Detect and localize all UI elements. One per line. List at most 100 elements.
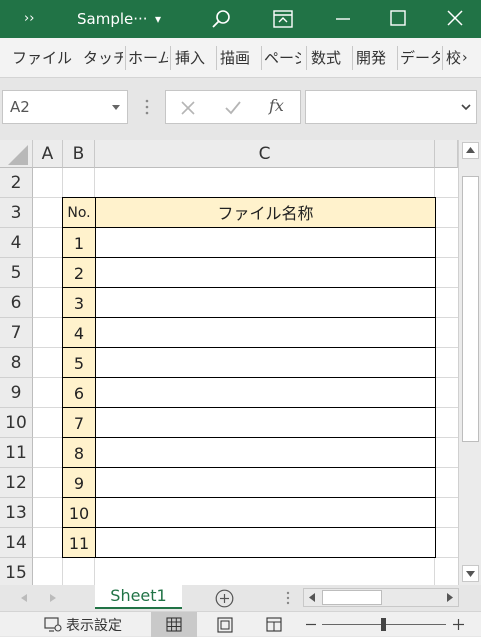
table-header-no[interactable]: No. (62, 197, 96, 228)
tab-developer[interactable]: 開発 (356, 38, 396, 78)
maximize-icon[interactable] (389, 9, 407, 27)
sheet-scroll-right-icon[interactable] (50, 594, 56, 602)
quick-access-more-button[interactable]: ›› (24, 0, 34, 38)
table-number-cell[interactable]: 6 (62, 377, 96, 408)
name-box[interactable]: A2 (2, 90, 128, 124)
row-header[interactable]: 13 (0, 498, 33, 528)
page-layout-view-icon[interactable] (217, 617, 233, 633)
table-number-cell[interactable]: 9 (62, 467, 96, 498)
table-number-cell[interactable]: 1 (62, 227, 96, 258)
sheet-tabs-bar: Sheet1 (0, 585, 481, 611)
table-file-name-cell[interactable] (95, 497, 436, 528)
table-number-cell[interactable]: 8 (62, 437, 96, 468)
table-file-name-cell[interactable] (95, 467, 436, 498)
tab-home[interactable]: ホーム (128, 38, 168, 78)
name-box-dropdown-icon[interactable] (112, 105, 120, 111)
vertical-scroll-thumb[interactable] (462, 176, 479, 442)
ribbon-tab-bar: ファイル タッチ ホーム 挿入 描画 ページ 数式 開発 データ 校 › (0, 38, 481, 78)
title-dropdown-icon[interactable]: ▾ (155, 0, 161, 38)
sheet-tab-sheet1[interactable]: Sheet1 (95, 585, 182, 609)
table-number-cell[interactable]: 2 (62, 257, 96, 288)
row-header[interactable]: 7 (0, 318, 33, 348)
row-header[interactable]: 14 (0, 528, 33, 558)
status-bar: 表示設定 (0, 611, 481, 637)
table-file-name-cell[interactable] (95, 437, 436, 468)
new-sheet-icon[interactable] (215, 589, 234, 608)
display-settings-icon (44, 617, 62, 632)
row-header[interactable]: 5 (0, 258, 33, 288)
formula-bar-grip-icon[interactable] (145, 99, 149, 115)
table-file-name-cell[interactable] (95, 377, 436, 408)
page-break-preview-icon[interactable] (266, 617, 282, 632)
scroll-up-button[interactable] (462, 142, 479, 159)
table-header-file-name[interactable]: ファイル名称 (95, 197, 436, 228)
close-icon[interactable] (446, 9, 464, 27)
row-header[interactable]: 12 (0, 468, 33, 498)
tab-page-layout[interactable]: ページ (264, 38, 301, 78)
table-file-name-cell[interactable] (95, 527, 436, 558)
zoom-slider-thumb[interactable] (381, 618, 386, 631)
row-header[interactable]: 4 (0, 228, 33, 258)
expand-formula-bar-icon[interactable] (461, 104, 471, 111)
table-number-cell[interactable]: 4 (62, 317, 96, 348)
vertical-scrollbar[interactable] (458, 140, 481, 585)
tab-review[interactable]: 校 (446, 38, 462, 78)
tab-data[interactable]: データ (400, 38, 440, 78)
table-number-cell[interactable]: 7 (62, 407, 96, 438)
row-header[interactable]: 3 (0, 198, 33, 228)
select-all-triangle-icon (8, 145, 28, 165)
normal-view-button[interactable] (151, 612, 197, 637)
minimize-icon[interactable] (334, 10, 352, 28)
table-file-name-cell[interactable] (95, 347, 436, 378)
table-number-cell[interactable]: 3 (62, 287, 96, 318)
document-title[interactable]: Sample··· (77, 0, 148, 38)
tab-splitter-icon[interactable] (286, 591, 290, 605)
column-header-a[interactable]: A (33, 140, 63, 168)
normal-view-icon (166, 617, 182, 632)
row-header[interactable]: 9 (0, 378, 33, 408)
zoom-slider[interactable] (322, 618, 446, 631)
column-header-blank[interactable] (435, 140, 458, 168)
tab-formulas[interactable]: 数式 (311, 38, 351, 78)
tab-file[interactable]: ファイル (12, 38, 76, 78)
formula-bar-area: A2 fx (0, 78, 481, 140)
table-number-cell[interactable]: 10 (62, 497, 96, 528)
cancel-icon[interactable] (180, 100, 196, 116)
column-header-b[interactable]: B (63, 140, 95, 168)
select-all-button[interactable] (0, 140, 33, 168)
zoom-out-icon[interactable] (306, 623, 316, 626)
table-file-name-cell[interactable] (95, 257, 436, 288)
table-file-name-cell[interactable] (95, 227, 436, 258)
tab-insert[interactable]: 挿入 (175, 38, 215, 78)
table-number-cell[interactable]: 11 (62, 527, 96, 558)
worksheet-grid[interactable]: A B C 2 3 4 5 6 7 8 9 10 11 12 13 14 15 No. ファイル名称 1 2 3 4… (0, 140, 458, 585)
row-header[interactable]: 15 (0, 558, 33, 585)
hscroll-right-icon[interactable] (447, 593, 453, 602)
tab-touch[interactable]: タッチ (83, 38, 123, 78)
search-icon[interactable] (211, 8, 233, 30)
sheet-tab-label: Sheet1 (110, 586, 167, 605)
enter-icon[interactable] (224, 100, 242, 116)
row-header[interactable]: 10 (0, 408, 33, 438)
horizontal-scrollbar[interactable] (303, 588, 459, 607)
zoom-in-icon[interactable] (453, 619, 464, 630)
column-header-c[interactable]: C (95, 140, 435, 168)
horizontal-scroll-thumb[interactable] (322, 590, 382, 605)
hscroll-left-icon[interactable] (309, 593, 315, 602)
name-box-value: A2 (10, 98, 30, 116)
tab-draw[interactable]: 描画 (220, 38, 260, 78)
row-header[interactable]: 8 (0, 348, 33, 378)
ribbon-display-options-icon[interactable] (273, 10, 293, 28)
sheet-scroll-left-icon[interactable] (21, 594, 27, 602)
row-header[interactable]: 2 (0, 168, 33, 198)
table-file-name-cell[interactable] (95, 317, 436, 348)
table-number-cell[interactable]: 5 (62, 347, 96, 378)
table-file-name-cell[interactable] (95, 287, 436, 318)
insert-function-button[interactable]: fx (269, 96, 284, 115)
scroll-down-button[interactable] (462, 565, 479, 582)
row-header[interactable]: 11 (0, 438, 33, 468)
ribbon-scroll-right-icon[interactable]: › (462, 38, 478, 78)
row-header[interactable]: 6 (0, 288, 33, 318)
formula-input[interactable] (305, 90, 477, 124)
table-file-name-cell[interactable] (95, 407, 436, 438)
